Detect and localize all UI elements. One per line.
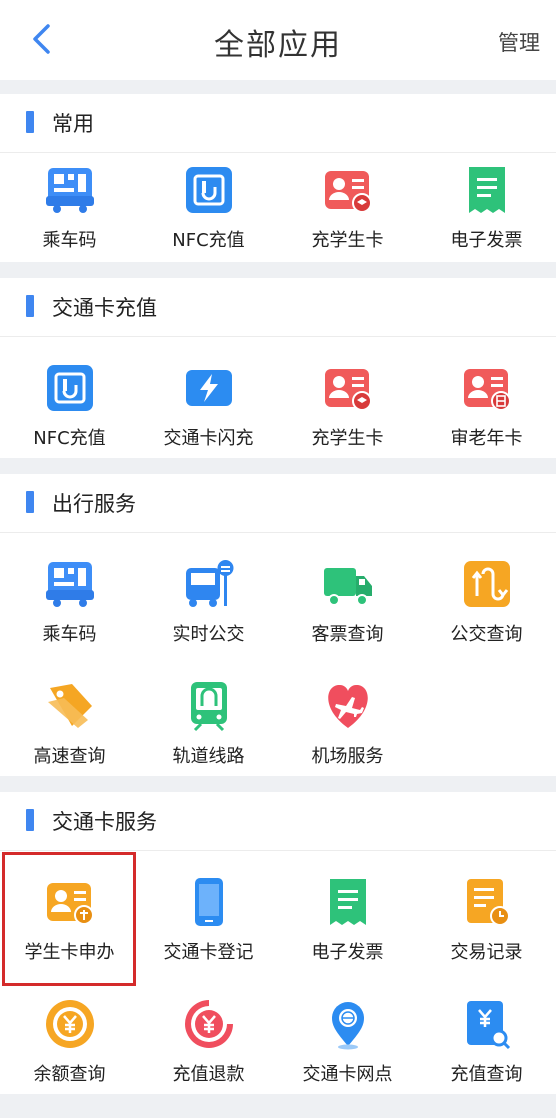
section-marker <box>26 295 34 317</box>
app-label: 机场服务 <box>311 746 384 767</box>
app-label: 余额查询 <box>33 1064 106 1085</box>
phone-icon <box>183 876 235 928</box>
flash-charge-icon <box>183 362 235 414</box>
app-label: 高速查询 <box>33 746 106 767</box>
bus-qr-icon <box>44 164 96 216</box>
app-label: 公交查询 <box>450 624 523 645</box>
balance-coin-icon <box>44 998 96 1050</box>
app-airport-services[interactable]: 机场服务 <box>278 680 417 800</box>
section-marker <box>26 111 34 133</box>
app-label: 充值退款 <box>172 1064 245 1085</box>
app-card-registration[interactable]: 交通卡登记 <box>139 876 278 996</box>
app-label: 交易记录 <box>450 942 523 963</box>
app-ride-code[interactable]: 乘车码 <box>0 558 139 678</box>
realtime-bus-icon <box>183 558 235 610</box>
app-recharge-refund[interactable]: 充值退款 <box>139 998 278 1118</box>
section-title: 交通卡充值 <box>52 296 157 320</box>
app-label: 交通卡闪充 <box>163 428 254 449</box>
section-marker <box>26 809 34 831</box>
app-label: 交通卡登记 <box>163 942 254 963</box>
app-balance-query[interactable]: 余额查询 <box>0 998 139 1118</box>
airplane-heart-icon <box>322 680 374 732</box>
app-e-invoice[interactable]: 电子发票 <box>417 164 556 284</box>
highway-tag-icon <box>44 680 96 732</box>
section-header: 出行服务 <box>0 474 556 533</box>
app-student-card-recharge[interactable]: 充学生卡 <box>278 362 417 482</box>
app-label: 轨道线路 <box>172 746 245 767</box>
section-title: 出行服务 <box>52 492 136 516</box>
transaction-icon <box>461 876 513 928</box>
app-card-outlets[interactable]: 交通卡网点 <box>278 998 417 1118</box>
recharge-search-icon <box>461 998 513 1050</box>
senior-card-icon <box>461 362 513 414</box>
app-label: NFC充值 <box>33 428 106 449</box>
app-ride-code[interactable]: 乘车码 <box>0 164 139 284</box>
app-label: 充学生卡 <box>311 428 384 449</box>
section-header: 交通卡服务 <box>0 792 556 851</box>
section-transit-card-recharge: 交通卡充值 NFC充值 交通卡闪充 充学生卡 审老年卡 <box>0 278 556 458</box>
app-label: 审老年卡 <box>450 428 523 449</box>
app-label: 乘车码 <box>42 230 97 251</box>
app-student-card-recharge[interactable]: 充学生卡 <box>278 164 417 284</box>
app-metro-lines[interactable]: 轨道线路 <box>139 680 278 800</box>
student-card-icon <box>322 362 374 414</box>
app-transaction-records[interactable]: 交易记录 <box>417 876 556 996</box>
nfc-card-icon <box>44 362 96 414</box>
student-apply-icon <box>44 876 96 928</box>
metro-icon <box>183 680 235 732</box>
section-title: 交通卡服务 <box>52 810 157 834</box>
section-common: 常用 乘车码 NFC充值 充学生卡 电子发票 <box>0 94 556 262</box>
section-header: 交通卡充值 <box>0 278 556 337</box>
bus-qr-icon <box>44 558 96 610</box>
app-recharge-query[interactable]: 充值查询 <box>417 998 556 1118</box>
nfc-card-icon <box>183 164 235 216</box>
app-realtime-bus[interactable]: 实时公交 <box>139 558 278 678</box>
app-highway-query[interactable]: 高速查询 <box>0 680 139 800</box>
e-invoice-icon <box>461 164 513 216</box>
app-label: 客票查询 <box>311 624 384 645</box>
section-travel-services: 出行服务 乘车码 实时公交 客票查询 公交查询 高速查询 轨道线路 机场服务 <box>0 474 556 776</box>
app-e-invoice[interactable]: 电子发票 <box>278 876 417 996</box>
app-label: 乘车码 <box>42 624 97 645</box>
truck-icon <box>322 558 374 610</box>
section-marker <box>26 491 34 513</box>
app-label: 交通卡网点 <box>302 1064 393 1085</box>
student-card-icon <box>322 164 374 216</box>
app-label: 电子发票 <box>450 230 523 251</box>
e-invoice-icon <box>322 876 374 928</box>
app-label: NFC充值 <box>172 230 245 251</box>
section-transit-card-services: 交通卡服务 学生卡申办 交通卡登记 电子发票 交易记录 余额查询 充值退款 交通… <box>0 792 556 1094</box>
app-senior-card[interactable]: 审老年卡 <box>417 362 556 482</box>
app-label: 学生卡申办 <box>24 942 115 963</box>
manage-button[interactable]: 管理 <box>498 27 540 57</box>
app-nfc-recharge[interactable]: NFC充值 <box>0 362 139 482</box>
app-label: 充值查询 <box>450 1064 523 1085</box>
app-bus-query[interactable]: 公交查询 <box>417 558 556 678</box>
app-flash-charge[interactable]: 交通卡闪充 <box>139 362 278 482</box>
section-title: 常用 <box>52 112 94 136</box>
location-pin-icon <box>322 998 374 1050</box>
app-label: 电子发票 <box>311 942 384 963</box>
route-icon <box>461 558 513 610</box>
top-bar: 全部应用 管理 <box>0 0 556 80</box>
app-label: 充学生卡 <box>311 230 384 251</box>
app-label: 实时公交 <box>172 624 245 645</box>
app-student-card-apply[interactable]: 学生卡申办 <box>0 876 139 996</box>
refund-icon <box>183 998 235 1050</box>
page-title: 全部应用 <box>214 28 342 63</box>
section-header: 常用 <box>0 94 556 153</box>
app-nfc-recharge[interactable]: NFC充值 <box>139 164 278 284</box>
app-ticket-query[interactable]: 客票查询 <box>278 558 417 678</box>
